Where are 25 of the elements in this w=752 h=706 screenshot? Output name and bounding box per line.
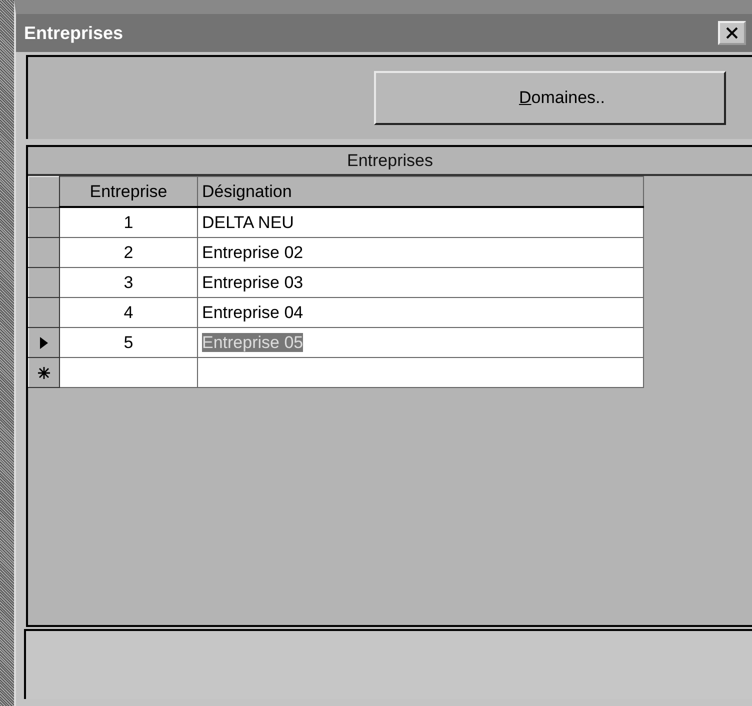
table-cell: DELTA NEU <box>198 207 644 238</box>
table-cell: Entreprise 05 <box>198 328 644 358</box>
column-header[interactable]: Entreprise <box>60 176 198 207</box>
table-cell: 4 <box>60 298 198 328</box>
column-header[interactable]: Désignation <box>198 176 644 207</box>
table-cell: Entreprise 03 <box>198 268 644 298</box>
close-icon <box>725 27 739 39</box>
table-cell: Entreprise 02 <box>198 238 644 268</box>
close-button[interactable] <box>718 21 746 45</box>
row-selector[interactable] <box>28 238 60 268</box>
table-cell: 5 <box>60 328 198 358</box>
table-cell: Entreprise 04 <box>198 298 644 328</box>
row-selector[interactable] <box>28 298 60 328</box>
current-row-icon <box>39 336 49 350</box>
row-selector[interactable] <box>28 358 60 388</box>
row-selector[interactable] <box>28 268 60 298</box>
row-selector[interactable] <box>28 328 60 358</box>
row-selector[interactable] <box>28 207 60 238</box>
window-title: Entreprises <box>24 22 124 44</box>
table-cell: 3 <box>60 268 198 298</box>
table-cell: 1 <box>60 207 198 238</box>
domains-button[interactable]: Domaines.. <box>374 71 726 125</box>
table-cell: 2 <box>60 238 198 268</box>
corner-header <box>28 176 60 207</box>
asterisk-icon <box>37 366 51 380</box>
